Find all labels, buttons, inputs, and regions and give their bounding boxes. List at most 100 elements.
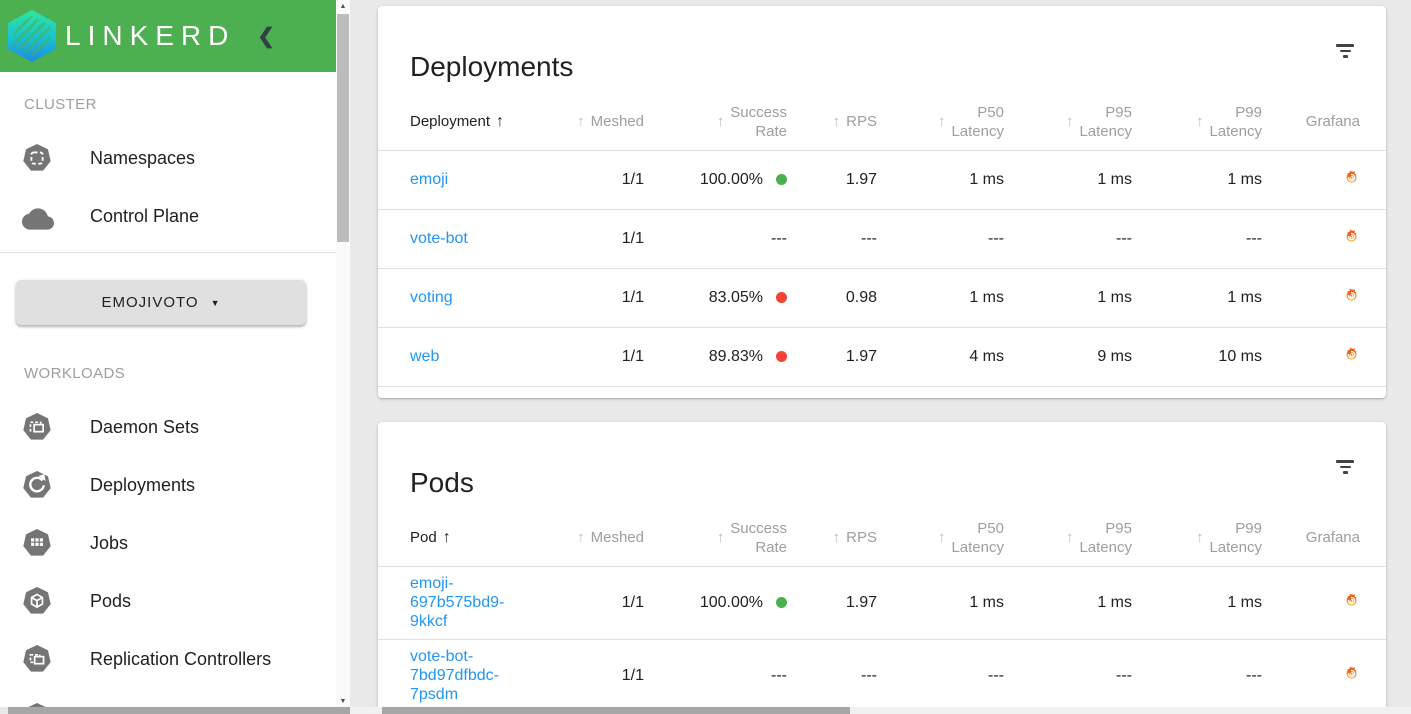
sidebar-divider	[0, 252, 336, 253]
sidebar-item-label: Deployments	[90, 474, 196, 495]
sidebar-vertical-scrollbar[interactable]: ▲ ▼	[336, 0, 350, 707]
sidebar-item-control-plane[interactable]: Control Plane	[0, 187, 336, 245]
resource-link[interactable]: vote-bot-7bd97dfbdc-7psdm	[410, 647, 540, 704]
table-row: emoji 1/1 100.00% 1.97 1 ms 1 ms 1 ms	[378, 150, 1386, 210]
column-header-pod[interactable]: Pod ↑	[378, 510, 560, 567]
grafana-icon[interactable]	[1343, 169, 1360, 186]
resource-link[interactable]: vote-bot	[410, 229, 468, 248]
sidebar-collapse-icon[interactable]: ❮	[257, 26, 275, 47]
sort-icon: ↑	[1195, 113, 1204, 131]
cluster-section-label: CLUSTER	[24, 96, 97, 113]
sidebar-item-replication-controllers[interactable]: Replication Controllers	[0, 630, 336, 688]
column-header-p50-latency[interactable]: ↑ P50 Latency	[878, 94, 1005, 151]
pods-table: Pod ↑ ↑ Meshed ↑ Success Rate ↑ RPS ↑ P50 Laten…	[378, 510, 1386, 707]
sort-icon: ↑	[716, 113, 725, 131]
table-row: vote-bot 1/1 --- --- --- --- ---	[378, 209, 1386, 269]
p50-latency-cell: ---	[878, 209, 1005, 269]
success-rate-cell: ---	[645, 639, 788, 707]
p99-latency-cell: ---	[1133, 639, 1263, 707]
column-header-grafana: Grafana	[1263, 94, 1386, 151]
vertical-scrollbar-thumb[interactable]	[337, 14, 349, 242]
column-header-p50-latency[interactable]: ↑ P50 Latency	[878, 510, 1005, 567]
grafana-cell	[1263, 327, 1386, 387]
horizontal-scrollbar-thumb[interactable]	[8, 707, 350, 714]
column-header-deployment[interactable]: Deployment ↑	[378, 94, 560, 151]
workloads-nav: Daemon Sets Deployments Jobs Pods Replic…	[0, 398, 336, 707]
column-header-p99-latency[interactable]: ↑ P99 Latency	[1133, 94, 1263, 151]
daemon-sets-icon	[22, 412, 52, 442]
sort-icon: ↑	[832, 113, 841, 131]
success-rate-cell: 89.83%	[645, 327, 788, 387]
sidebar-item-daemon-sets[interactable]: Daemon Sets	[0, 398, 336, 456]
main-horizontal-scrollbar[interactable]	[350, 707, 1411, 714]
filter-icon[interactable]	[1332, 40, 1358, 62]
grafana-icon[interactable]	[1343, 287, 1360, 304]
sort-icon: ↑	[832, 529, 841, 547]
resource-link[interactable]: emoji-697b575bd9-9kkcf	[410, 574, 540, 631]
namespace-selector-button[interactable]: EMOJIVOTO ▼	[16, 280, 306, 325]
pods-icon	[22, 586, 52, 616]
table-row: voting 1/1 83.05% 0.98 1 ms 1 ms 1 ms	[378, 268, 1386, 328]
sidebar-item-label: Control Plane	[90, 205, 200, 226]
grafana-icon[interactable]	[1343, 346, 1360, 363]
filter-icon[interactable]	[1332, 456, 1358, 478]
success-rate-cell: 100.00%	[645, 150, 788, 210]
column-header-p95-latency[interactable]: ↑ P95 Latency	[1005, 510, 1133, 567]
scroll-down-icon[interactable]: ▼	[336, 695, 350, 707]
status-dot-icon	[776, 350, 787, 362]
sidebar-item-label: Jobs	[90, 532, 129, 553]
column-header-p99-latency[interactable]: ↑ P99 Latency	[1133, 510, 1263, 567]
rps-cell: 0.98	[788, 268, 878, 328]
column-header-rps[interactable]: ↑ RPS	[788, 94, 878, 151]
meshed-cell: 1/1	[560, 268, 645, 328]
success-rate-cell: ---	[645, 209, 788, 269]
pods-card-title: Pods	[410, 466, 474, 498]
sort-asc-icon: ↑	[496, 112, 505, 130]
table-row: vote-bot-7bd97dfbdc-7psdm 1/1 --- --- --…	[378, 639, 1386, 707]
sidebar-item-namespaces[interactable]: Namespaces	[0, 129, 336, 187]
p99-latency-cell: ---	[1133, 209, 1263, 269]
column-header-success-rate[interactable]: ↑ Success Rate	[645, 94, 788, 151]
column-header-meshed[interactable]: ↑ Meshed	[560, 94, 645, 151]
column-header-p95-latency[interactable]: ↑ P95 Latency	[1005, 94, 1133, 151]
grafana-cell	[1263, 209, 1386, 269]
p99-latency-cell: 1 ms	[1133, 268, 1263, 328]
jobs-icon	[22, 528, 52, 558]
grafana-icon[interactable]	[1343, 665, 1360, 682]
table-row: emoji-697b575bd9-9kkcf 1/1 100.00% 1.97 …	[378, 566, 1386, 640]
deployments-icon	[22, 470, 52, 500]
sort-icon: ↑	[1195, 529, 1204, 547]
sort-icon: ↑	[1065, 529, 1074, 547]
sidebar-horizontal-scrollbar[interactable]	[0, 707, 350, 714]
workloads-section-label: WORKLOADS	[24, 365, 126, 382]
column-header-rps[interactable]: ↑ RPS	[788, 510, 878, 567]
rps-cell: ---	[788, 639, 878, 707]
scroll-up-icon[interactable]: ▲	[336, 0, 350, 12]
sidebar-item-deployments[interactable]: Deployments	[0, 456, 336, 514]
resource-link[interactable]: voting	[410, 288, 453, 307]
column-header-meshed[interactable]: ↑ Meshed	[560, 510, 645, 567]
column-header-success-rate[interactable]: ↑ Success Rate	[645, 510, 788, 567]
grafana-cell	[1263, 268, 1386, 328]
horizontal-scrollbar-thumb[interactable]	[382, 707, 850, 714]
p50-latency-cell: 1 ms	[878, 566, 1005, 640]
p95-latency-cell: 1 ms	[1005, 268, 1133, 328]
grafana-cell	[1263, 150, 1386, 210]
grafana-icon[interactable]	[1343, 228, 1360, 245]
p95-latency-cell: 1 ms	[1005, 150, 1133, 210]
sidebar-item-pods[interactable]: Pods	[0, 572, 336, 630]
sidebar-item-label: Replication Controllers	[90, 648, 272, 669]
rps-cell: ---	[788, 209, 878, 269]
sidebar-item-jobs[interactable]: Jobs	[0, 514, 336, 572]
status-dot-icon	[776, 596, 787, 608]
resource-link[interactable]: emoji	[410, 170, 448, 189]
p50-latency-cell: 4 ms	[878, 327, 1005, 387]
resource-link[interactable]: web	[410, 347, 439, 366]
meshed-cell: 1/1	[560, 150, 645, 210]
brand-title: LINKERD	[65, 20, 236, 51]
sidebar-item-stateful-sets[interactable]: Stateful Sets	[0, 688, 336, 707]
grafana-icon[interactable]	[1343, 592, 1360, 609]
deployments-table: Deployment ↑ ↑ Meshed ↑ Success Rate ↑ RPS ↑ P…	[378, 94, 1386, 387]
sidebar-item-label: Namespaces	[90, 147, 196, 168]
p50-latency-cell: ---	[878, 639, 1005, 707]
